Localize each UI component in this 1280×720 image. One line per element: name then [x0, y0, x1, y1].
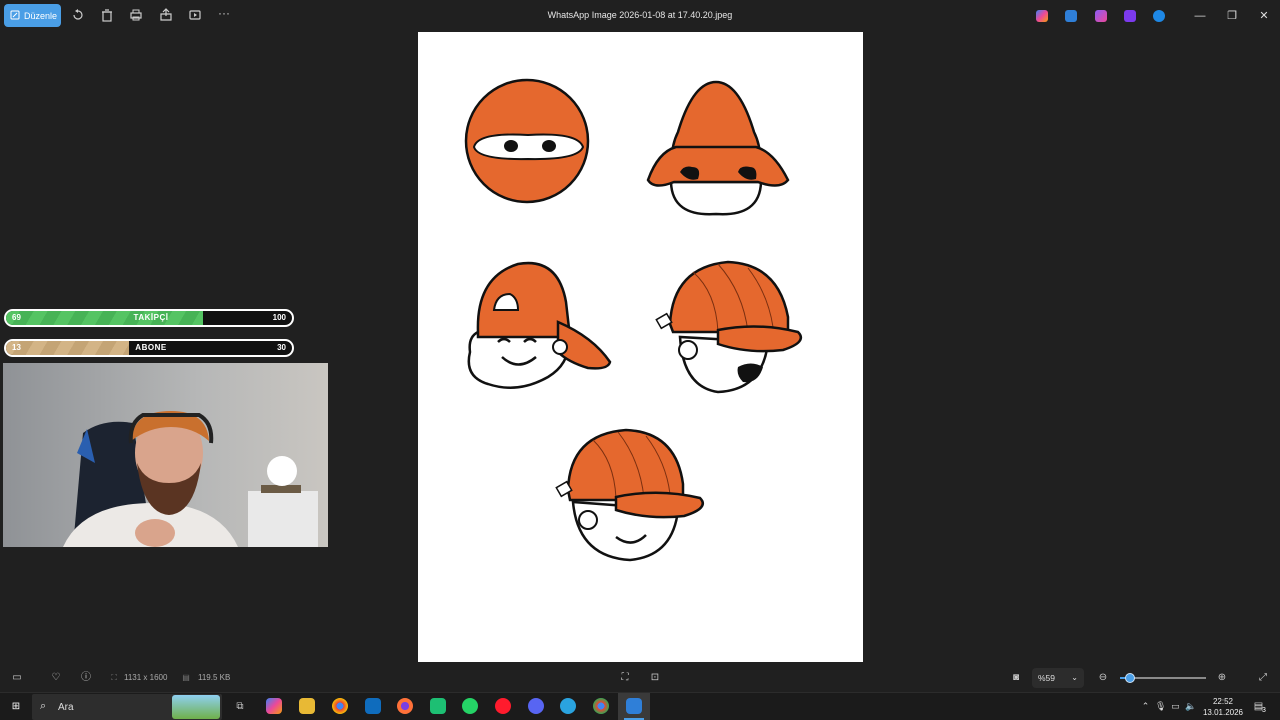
photos-editor-icon[interactable]: [1065, 10, 1077, 22]
opera-icon[interactable]: [495, 698, 511, 714]
discord-icon[interactable]: [528, 698, 544, 714]
task-view-icon[interactable]: ⧉: [234, 701, 246, 713]
dimensions-icon: ⛶: [111, 673, 117, 682]
zoom-out-icon[interactable]: ⊖: [1097, 672, 1109, 684]
android-app-icon[interactable]: [430, 698, 446, 714]
filmstrip-icon[interactable]: ▭: [11, 672, 23, 684]
taskbar-search[interactable]: ⌕ Ara: [32, 694, 222, 720]
filesize-icon: ▤: [182, 673, 190, 682]
window-title: WhatsApp Image 2026-01-08 at 17.40.20.jp…: [547, 10, 733, 20]
subscribers-goal: 30: [277, 343, 286, 352]
fit-to-window-icon[interactable]: ⛶: [619, 672, 631, 684]
telegram-icon[interactable]: [560, 698, 576, 714]
rotate-icon[interactable]: [71, 8, 85, 22]
print-icon[interactable]: [129, 8, 143, 22]
backward-cap-character: [467, 261, 612, 389]
copilot-taskbar-icon[interactable]: [266, 698, 282, 714]
zoom-value: %59: [1038, 673, 1056, 683]
status-bar: ▭ ♡ ⓘ ⛶ 1131 x 1600 ▤ 119.5 KB ⛶ ⊡ ◙ %59…: [0, 664, 1280, 692]
edit-button-label: Düzenle: [24, 10, 58, 21]
webcam-feed: [3, 363, 328, 547]
restore-icon[interactable]: ❐: [1224, 8, 1240, 24]
zoom-select[interactable]: %59 ⌄: [1032, 668, 1084, 688]
subscribers-goal-bar: 13 ABONE 30: [4, 339, 294, 357]
fullscreen-icon[interactable]: ⤢: [1257, 672, 1269, 684]
microphone-icon[interactable]: 🎙: [1155, 701, 1166, 712]
windows-start-icon[interactable]: ⊞: [10, 701, 22, 713]
outlook-icon[interactable]: [365, 698, 381, 714]
file-explorer-icon[interactable]: [299, 698, 315, 714]
whatsapp-icon[interactable]: [462, 698, 478, 714]
volume-icon[interactable]: 🔈: [1185, 701, 1196, 712]
cap-smiling-character: [555, 428, 704, 562]
network-icon[interactable]: ▭: [1170, 701, 1181, 712]
share-icon[interactable]: [159, 8, 173, 22]
search-highlight-image: [172, 695, 220, 719]
more-icon[interactable]: ···: [218, 7, 232, 22]
favorite-icon[interactable]: ♡: [50, 672, 62, 684]
file-size: 119.5 KB: [198, 673, 231, 682]
title-bar: Düzenle ··· WhatsApp Image 2026-01-08 at…: [0, 0, 1280, 32]
character-sketch-image: [464, 78, 803, 562]
followers-goal: 100: [272, 313, 286, 322]
actual-size-icon[interactable]: ⊡: [649, 672, 661, 684]
taskbar: ⊞ ⌕ Ara ⧉ ⌃ 🎙 ▭ 🔈 22:52 13.01.2026 ▤ 3: [0, 692, 1280, 720]
slideshow-icon[interactable]: [188, 8, 202, 22]
image-dimensions: 1131 x 1600: [124, 673, 168, 682]
image-canvas[interactable]: [418, 32, 863, 662]
designer-icon[interactable]: [1095, 10, 1107, 22]
zoom-slider-thumb[interactable]: [1125, 673, 1136, 683]
edit-icon: [10, 10, 20, 22]
chevron-up-icon[interactable]: ⌃: [1140, 701, 1151, 712]
cap-shouting-character: [655, 260, 803, 394]
followers-label: TAKİPÇİ: [133, 313, 169, 322]
chrome-profile-icon[interactable]: [593, 698, 609, 714]
close-icon[interactable]: ✕: [1256, 8, 1272, 24]
minimize-icon[interactable]: —: [1192, 8, 1208, 24]
followers-goal-bar: 69 TAKİPÇİ 100: [4, 309, 294, 327]
chrome-icon[interactable]: [332, 698, 348, 714]
copilot-icon[interactable]: [1036, 10, 1048, 22]
bucket-hat-character: [646, 80, 790, 216]
delete-icon[interactable]: [100, 8, 114, 22]
clipchamp-icon[interactable]: [1124, 10, 1136, 22]
edit-button[interactable]: Düzenle: [4, 4, 61, 27]
notification-count: 3: [1262, 707, 1266, 714]
search-icon: ⌕: [40, 700, 47, 712]
zoom-slider[interactable]: [1120, 673, 1206, 683]
clock-date: 13.01.2026: [1202, 708, 1244, 717]
photos-app-icon[interactable]: [626, 698, 642, 714]
clock-time: 22:52: [1212, 697, 1234, 706]
search-label: Ara: [58, 702, 74, 713]
screen-fit-icon[interactable]: ◙: [1010, 672, 1022, 684]
info-icon[interactable]: ⓘ: [80, 672, 92, 684]
zoom-in-icon[interactable]: ⊕: [1216, 672, 1228, 684]
chevron-down-icon: ⌄: [1071, 673, 1078, 682]
clock[interactable]: 22:52 13.01.2026: [1200, 696, 1246, 718]
subscribers-label: ABONE: [135, 343, 167, 352]
ball-character: [464, 78, 590, 204]
firefox-icon[interactable]: [397, 698, 413, 714]
cloud-icon[interactable]: [1153, 10, 1165, 22]
